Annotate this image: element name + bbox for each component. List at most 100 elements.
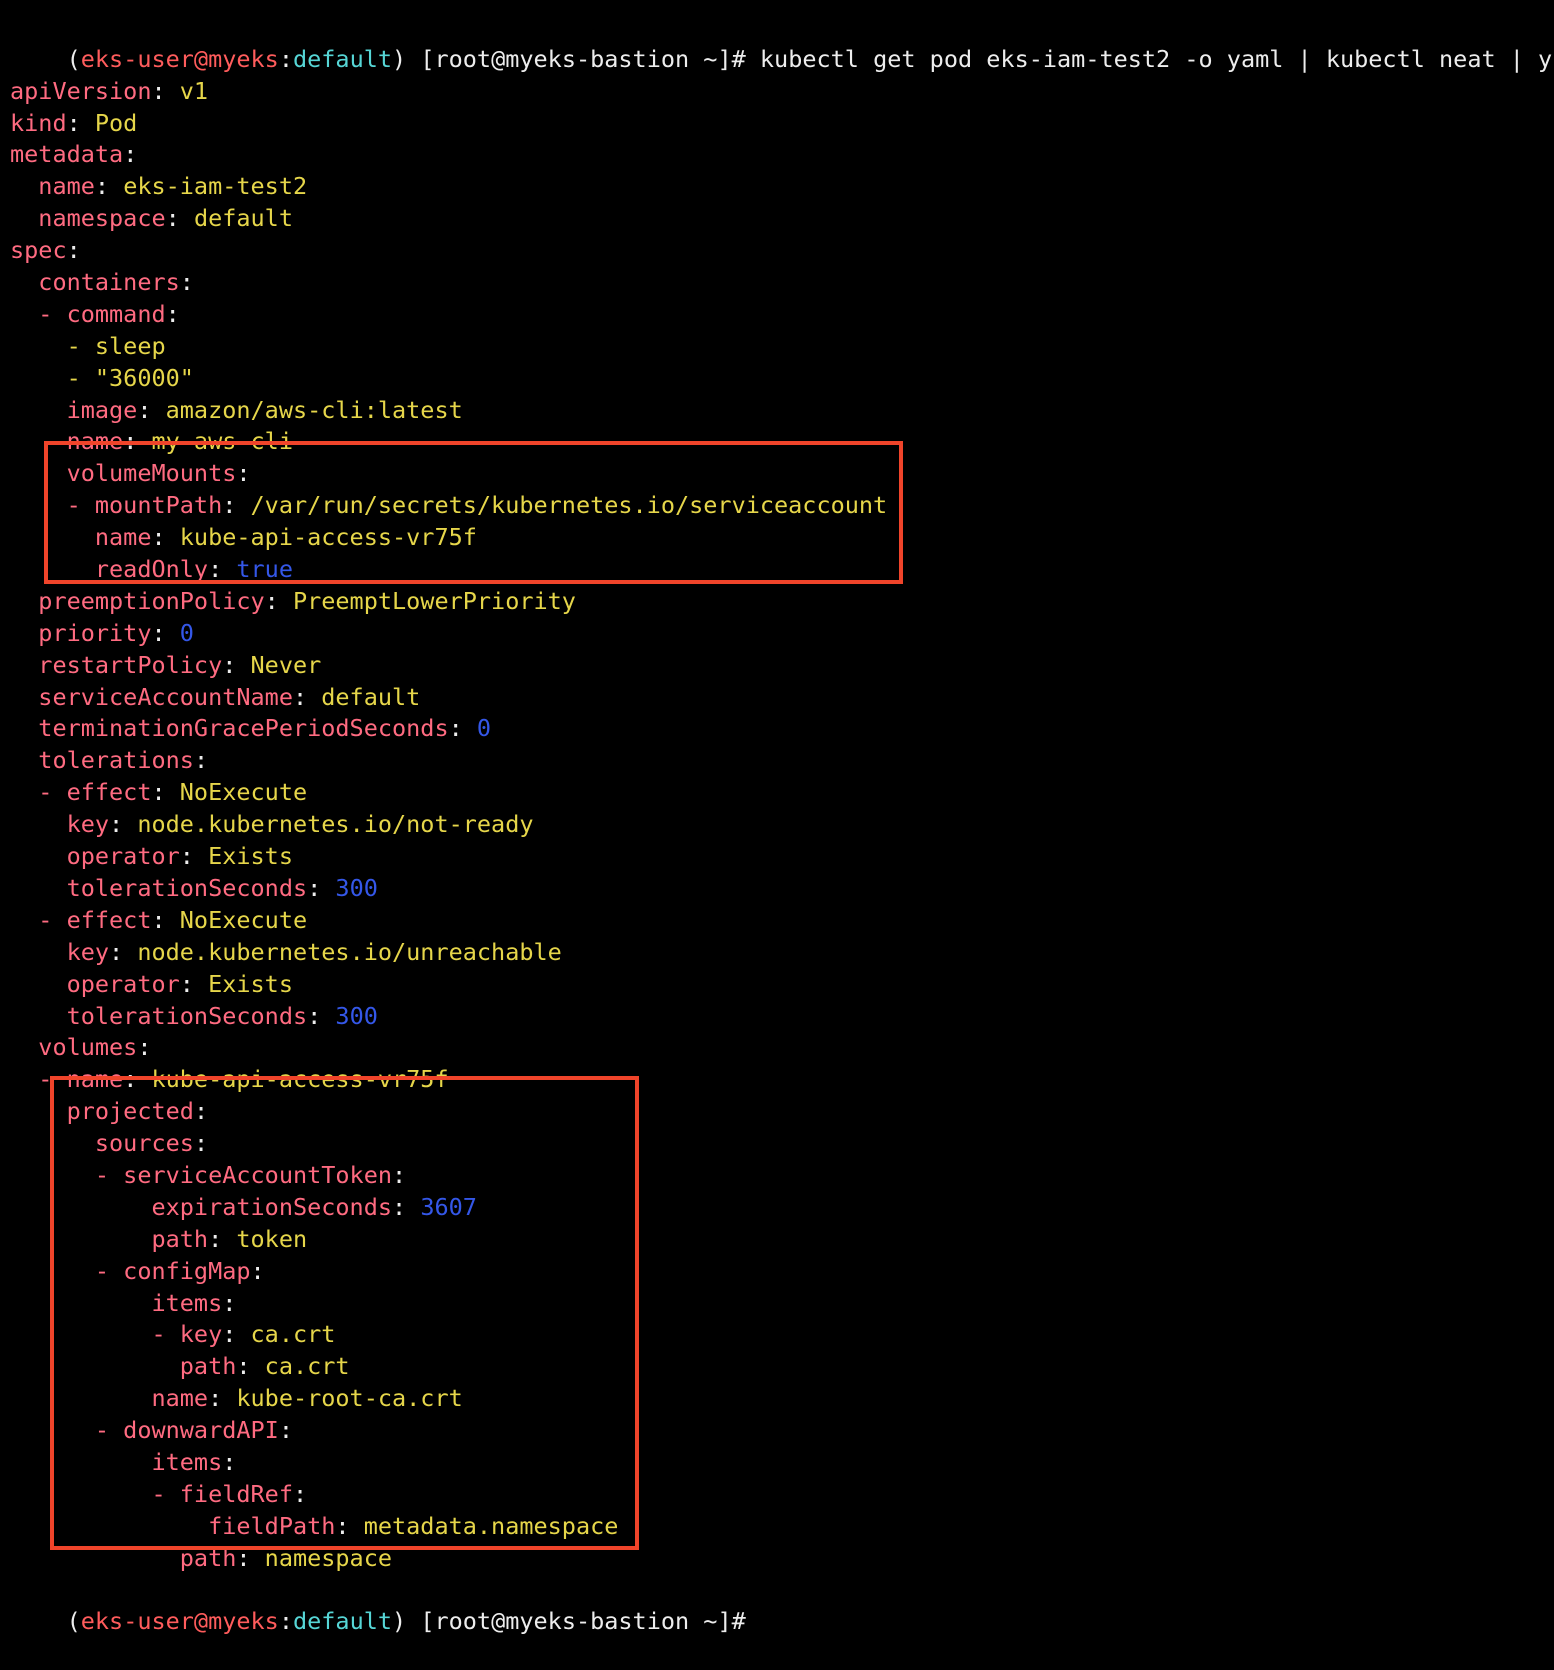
yaml-punct: : (66, 108, 95, 137)
yaml-line: - effect: NoExecute (10, 905, 1554, 937)
yaml-line: operator: Exists (10, 969, 1554, 1001)
yaml-punct: : (264, 586, 293, 615)
yaml-line: terminationGracePeriodSeconds: 0 (10, 713, 1554, 745)
yaml-line: tolerationSeconds: 300 (10, 873, 1554, 905)
yaml-line: volumeMounts: (10, 458, 1554, 490)
yaml-punct: : (236, 459, 251, 488)
yaml-punct: : (222, 1320, 251, 1349)
yaml-punct: : (208, 555, 237, 584)
yaml-punct: : (151, 778, 180, 807)
yaml-punct: : (222, 650, 251, 679)
yaml-key: path (10, 1352, 237, 1381)
yaml-value: Exists (208, 842, 293, 871)
yaml-line: path: token (10, 1224, 1554, 1256)
yaml-punct: : (278, 1416, 293, 1445)
terminal-window[interactable]: vhlQN/FlmC8nQlQvA0Dg3xnyAvu5lsJ+nf1uuxnA… (10, 0, 1554, 1636)
prompt-open-paren: ( (66, 44, 81, 73)
yaml-value: /var/run/secrets/kubernetes.io/serviceac… (250, 491, 888, 520)
yaml-line: preemptionPolicy: PreemptLowerPriority (10, 586, 1554, 618)
yaml-line: - serviceAccountToken: (10, 1160, 1554, 1192)
yaml-punct: : (292, 1479, 308, 1508)
yaml-line: tolerationSeconds: 300 (10, 1001, 1554, 1033)
yaml-key: fieldPath (10, 1511, 336, 1540)
yaml-key: - serviceAccountToken (10, 1160, 393, 1189)
yaml-value: ca.crt (264, 1352, 350, 1381)
yaml-line: operator: Exists (10, 841, 1554, 873)
yaml-line: tolerations: (10, 745, 1554, 777)
prompt-context: default (292, 1607, 393, 1636)
yaml-key: - mountPath (10, 491, 223, 520)
yaml-value: kube-api-access-vr75f (151, 1065, 449, 1094)
yaml-line: - fieldRef: (10, 1479, 1554, 1511)
yaml-value: v1 (179, 76, 209, 105)
yaml-punct: : (151, 523, 180, 552)
yaml-punct: : (165, 299, 180, 328)
yaml-punct: : (193, 1097, 209, 1126)
yaml-value: node.kubernetes.io/not-ready (137, 810, 534, 839)
yaml-value: token (236, 1224, 308, 1253)
yaml-punct: : (179, 969, 209, 998)
yaml-punct: : (208, 1384, 237, 1413)
yaml-line: readOnly: true (10, 554, 1554, 586)
yaml-value: eks-iam-test2 (123, 172, 308, 201)
yaml-line: projected: (10, 1096, 1554, 1128)
yaml-punct: : (151, 76, 180, 105)
yaml-line: apiVersion: v1 (10, 76, 1554, 108)
yaml-value: - "36000" (10, 363, 194, 392)
yaml-key: image (10, 395, 138, 424)
prompt-close-paren: ) (392, 1607, 407, 1636)
yaml-punct: : (236, 1543, 265, 1572)
yaml-line: - key: ca.crt (10, 1319, 1554, 1351)
yaml-value: my-aws-cli (151, 427, 293, 456)
yaml-line: - effect: NoExecute (10, 777, 1554, 809)
yaml-line: name: kube-root-ca.crt (10, 1383, 1554, 1415)
yaml-line: serviceAccountName: default (10, 682, 1554, 714)
final-prompt-line[interactable]: (eks-user@myeks:default) [root@myeks-bas… (10, 1575, 1554, 1635)
yaml-punct: : (123, 140, 138, 169)
yaml-key: - effect (10, 778, 152, 807)
yaml-key: apiVersion (10, 76, 152, 105)
yaml-line: name: kube-api-access-vr75f (10, 522, 1554, 554)
yaml-value: - sleep (10, 331, 166, 360)
yaml-punct: : (179, 268, 194, 297)
yaml-output: apiVersion: v1 kind: Pod metadata: name: e… (10, 44, 1554, 1575)
yaml-line: image: amazon/aws-cli:latest (10, 395, 1554, 427)
yaml-key: - downwardAPI (10, 1416, 279, 1445)
yaml-line: restartPolicy: Never (10, 650, 1554, 682)
prompt-shell: [root@myeks-bastion ~]# (406, 1607, 746, 1636)
yaml-punct: : (307, 1001, 336, 1030)
yaml-value: default (193, 204, 293, 233)
yaml-line: volumes: (10, 1032, 1554, 1064)
yaml-key: expirationSeconds (10, 1192, 393, 1221)
yaml-value: Never (250, 650, 322, 679)
yaml-punct: : (292, 682, 322, 711)
yaml-key: serviceAccountName (10, 682, 293, 711)
yaml-key: - name (10, 1065, 124, 1094)
yaml-punct: : (123, 427, 152, 456)
yaml-punct: : (208, 1224, 237, 1253)
yaml-punct: : (222, 491, 251, 520)
yaml-key: tolerationSeconds (10, 1001, 308, 1030)
yaml-line: path: namespace (10, 1543, 1554, 1575)
command-prompt-line: (eks-user@myeks:default) [root@myeks-bas… (10, 12, 1554, 73)
yaml-punct: : (236, 1352, 265, 1381)
yaml-punct: : (193, 1129, 209, 1158)
yaml-punct: : (448, 714, 477, 743)
yaml-line: key: node.kubernetes.io/not-ready (10, 809, 1554, 841)
yaml-line: expirationSeconds: 3607 (10, 1192, 1554, 1224)
yaml-key: projected (10, 1097, 194, 1126)
yaml-value: PreemptLowerPriority (292, 586, 576, 615)
prompt-user: eks-user@myeks (80, 44, 279, 73)
yaml-punct: : (109, 810, 138, 839)
yaml-value: Exists (208, 969, 293, 998)
yaml-punct: : (307, 873, 336, 902)
yaml-key: key (10, 810, 110, 839)
yaml-value: metadata.namespace (363, 1511, 619, 1540)
yaml-key: path (10, 1543, 237, 1572)
yaml-value: kube-root-ca.crt (236, 1384, 463, 1413)
yaml-key: name (10, 427, 124, 456)
yaml-key: preemptionPolicy (10, 586, 265, 615)
yaml-line: spec: (10, 235, 1554, 267)
yaml-value: kube-api-access-vr75f (179, 523, 477, 552)
yaml-value: ca.crt (250, 1320, 336, 1349)
